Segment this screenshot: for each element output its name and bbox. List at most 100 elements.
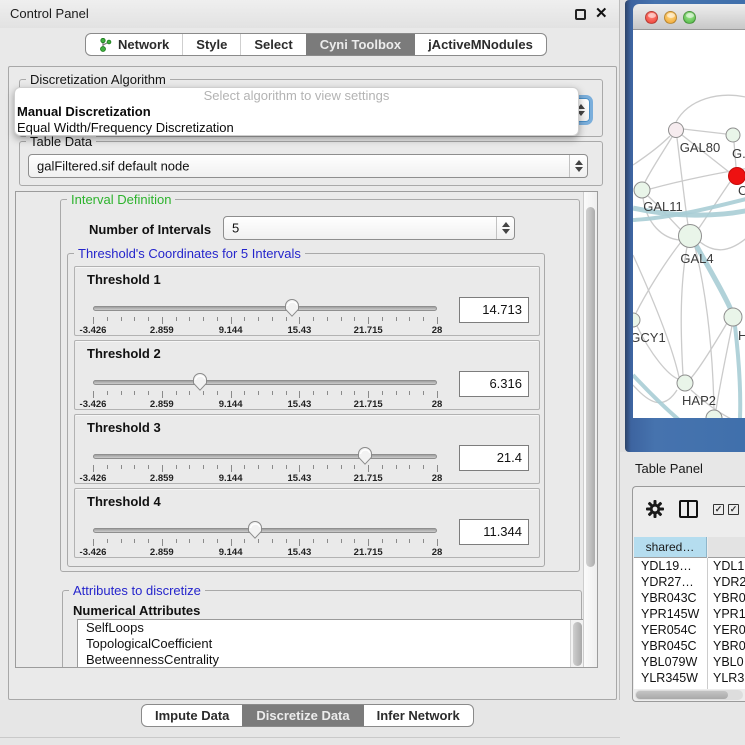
float-window-icon[interactable] — [575, 9, 586, 20]
table-horizontal-scrollbar[interactable] — [635, 690, 743, 700]
slider-tick — [189, 391, 190, 395]
slider-tick — [299, 465, 300, 472]
settings-scrollbar[interactable] — [583, 192, 597, 667]
zoom-traffic-icon[interactable] — [683, 11, 696, 24]
list-scrollbar-thumb[interactable] — [573, 622, 582, 666]
slider-thumb[interactable] — [192, 372, 208, 391]
cell-name: YDR2 — [713, 574, 745, 590]
dropdown-item-manual-discretization[interactable]: Manual Discretization — [15, 104, 578, 120]
close-icon[interactable]: ✕ — [595, 4, 608, 22]
combo-stepper-icon[interactable] — [496, 217, 514, 239]
bottom-tab-infer-network[interactable]: Infer Network — [363, 705, 473, 726]
slider-tick — [162, 317, 163, 324]
slider-tick — [217, 539, 218, 543]
cell-shared-name: YDL19… — [641, 558, 692, 574]
column-header-shared-name[interactable]: shared… — [634, 537, 707, 558]
cell-name: YPR1 — [713, 606, 745, 622]
threshold-value-field[interactable]: 6.316 — [459, 371, 529, 397]
slider-tick — [189, 465, 190, 469]
slider-tick — [176, 465, 177, 469]
slider-track[interactable] — [93, 380, 437, 385]
slider-track[interactable] — [93, 528, 437, 533]
column-header-name[interactable]: na — [708, 537, 745, 558]
threshold-value-field[interactable]: 11.344 — [459, 519, 529, 545]
minimize-traffic-icon[interactable] — [664, 11, 677, 24]
network-node-GAL11[interactable] — [634, 182, 650, 198]
number-of-intervals-combobox[interactable]: 5 — [223, 216, 515, 240]
slider-thumb[interactable] — [247, 520, 263, 539]
slider-tick — [286, 391, 287, 395]
table-row[interactable]: YLR345WYLR3 — [634, 670, 745, 686]
cell-name: YBR0 — [713, 590, 745, 606]
network-node-GAL80[interactable] — [669, 123, 684, 138]
table-row[interactable]: YIL052CYIL0 — [634, 686, 745, 689]
slider-track[interactable] — [93, 454, 437, 459]
network-node-GCY1[interactable] — [633, 313, 640, 327]
slider-tick — [162, 391, 163, 398]
network-node-label: GAL11 — [643, 199, 683, 214]
tab-network[interactable]: Network — [86, 34, 182, 55]
network-node-G.[interactable] — [726, 128, 740, 142]
slider-tick — [437, 465, 438, 472]
slider-thumb[interactable] — [284, 298, 300, 317]
slider-tick-label: 21.715 — [354, 399, 383, 410]
network-canvas[interactable]: GAL80G.CGAL11GAL4GCY1HHAP2 — [633, 30, 745, 418]
gear-icon[interactable] — [646, 500, 664, 518]
network-graph[interactable]: GAL80G.CGAL11GAL4GCY1HHAP2 — [633, 30, 745, 418]
table-row[interactable]: YPR145WYPR1 — [634, 606, 745, 622]
table-row[interactable]: YDL19…YDL1 — [634, 558, 745, 574]
slider-tick — [93, 465, 94, 472]
table-row[interactable]: YBR043CYBR0 — [634, 590, 745, 606]
threshold-value-field[interactable]: 21.4 — [459, 445, 529, 471]
bottom-tab-impute-data[interactable]: Impute Data — [142, 705, 242, 726]
network-node-red[interactable] — [729, 168, 745, 185]
tab-jactivemnodules[interactable]: jActiveMNodules — [414, 34, 546, 55]
tab-cyni-toolbox[interactable]: Cyni Toolbox — [306, 34, 414, 55]
table-row[interactable]: YER054CYER0 — [634, 622, 745, 638]
slider-tick — [203, 391, 204, 395]
threshold-box-2: Threshold 2-3.4262.8599.14415.4321.71528… — [74, 340, 540, 410]
network-node-H[interactable] — [724, 308, 742, 326]
slider-tick — [368, 465, 369, 472]
close-traffic-icon[interactable] — [645, 11, 658, 24]
tab-style[interactable]: Style — [182, 34, 240, 55]
slider-tick — [409, 465, 410, 469]
slider-tick — [382, 539, 383, 543]
slider-thumb[interactable] — [357, 446, 373, 465]
checkbox-icon[interactable]: ✓ — [728, 504, 739, 515]
attribute-item[interactable]: BetweennessCentrality — [78, 652, 584, 668]
split-columns-icon[interactable] — [679, 500, 698, 518]
threshold-value-field[interactable]: 14.713 — [459, 297, 529, 323]
slider-tick — [121, 391, 122, 395]
cell-shared-name: YER054C — [641, 622, 697, 638]
slider-track[interactable] — [93, 306, 437, 311]
dropdown-item-equal-width-frequency[interactable]: Equal Width/Frequency Discretization — [15, 120, 578, 136]
table-data-combobox[interactable]: galFiltered.sif default node — [28, 154, 588, 178]
table-row[interactable]: YDR27…YDR2 — [634, 574, 745, 590]
slider-tick — [368, 539, 369, 546]
network-window-titlebar[interactable] — [633, 4, 745, 30]
table-row[interactable]: YBR045CYBR0 — [634, 638, 745, 654]
number-of-intervals-value: 5 — [232, 221, 239, 236]
slider-tick — [231, 317, 232, 324]
checkbox-icon[interactable]: ✓ — [713, 504, 724, 515]
slider-tick — [148, 391, 149, 395]
attribute-item[interactable]: TopologicalCoefficient — [78, 636, 584, 652]
network-node-GAL4[interactable] — [679, 225, 702, 248]
slider-tick — [107, 465, 108, 469]
network-node-HAP2[interactable] — [677, 375, 693, 391]
table-row[interactable]: YBL079WYBL0 — [634, 654, 745, 670]
interval-definition-group: Interval Definition Number of Intervals … — [60, 199, 580, 572]
bottom-tab-discretize-data[interactable]: Discretize Data — [242, 705, 362, 726]
combo-stepper-icon[interactable] — [569, 155, 587, 177]
network-node-partial[interactable] — [706, 410, 722, 418]
attribute-item[interactable]: SelfLoops — [78, 620, 584, 636]
settings-scrollbar-thumb[interactable] — [586, 207, 595, 567]
numerical-attributes-list[interactable]: SelfLoopsTopologicalCoefficientBetweenne… — [77, 619, 585, 668]
slider-tick — [327, 465, 328, 469]
network-node-label: GAL80 — [680, 140, 720, 155]
slider-tick — [327, 317, 328, 321]
list-scrollbar[interactable] — [570, 620, 584, 668]
scrollbar-thumb[interactable] — [636, 691, 728, 699]
tab-select[interactable]: Select — [240, 34, 305, 55]
